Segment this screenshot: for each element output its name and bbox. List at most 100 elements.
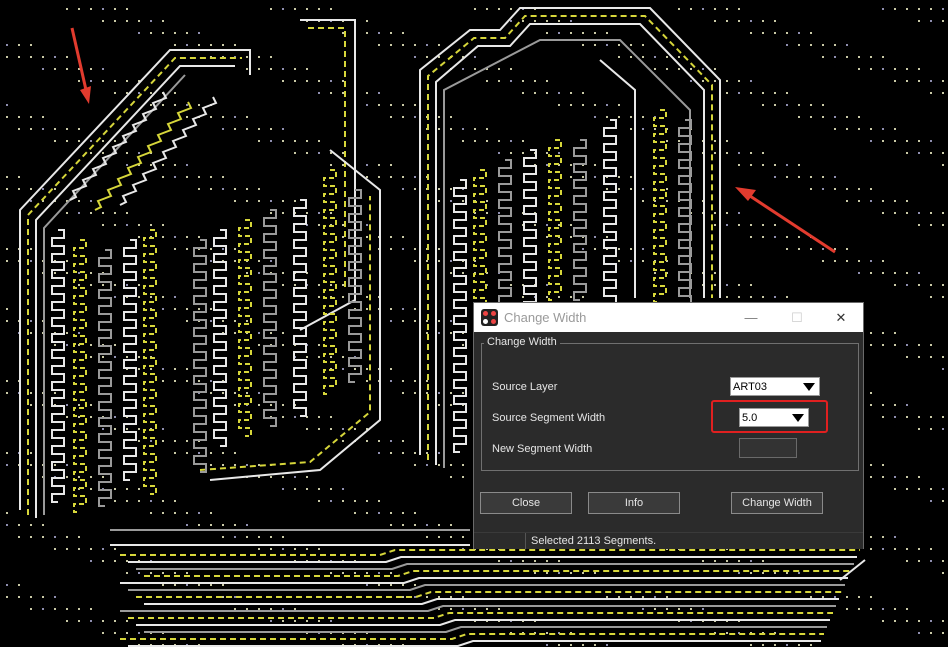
via-dot xyxy=(258,608,260,610)
via-dot xyxy=(318,152,320,154)
via-dot xyxy=(918,548,920,550)
via-dot xyxy=(498,68,500,70)
via-dot xyxy=(510,20,512,22)
via-dot xyxy=(438,524,440,526)
new-width-input[interactable] xyxy=(739,438,797,458)
via-dot xyxy=(78,404,80,406)
via-dot xyxy=(90,548,92,550)
via-dot xyxy=(162,368,164,370)
via-dot xyxy=(270,200,272,202)
via-dot xyxy=(258,200,260,202)
via-dot xyxy=(186,368,188,370)
via-dot xyxy=(894,128,896,130)
via-dot xyxy=(42,536,44,538)
via-dot xyxy=(366,164,368,166)
meander-trace xyxy=(123,239,137,481)
via-dot xyxy=(498,152,500,154)
via-dot xyxy=(174,44,176,46)
via-dot xyxy=(306,548,308,550)
via-dot xyxy=(270,8,272,10)
via-dot xyxy=(282,140,284,142)
via-dot xyxy=(510,68,512,70)
via-dot xyxy=(54,128,56,130)
via-dot xyxy=(906,344,908,346)
via-dot xyxy=(522,140,524,142)
via-dot xyxy=(378,104,380,106)
via-dot xyxy=(342,368,344,370)
via-dot xyxy=(66,620,68,622)
via-dot xyxy=(546,572,548,574)
via-dot xyxy=(810,596,812,598)
via-dot xyxy=(126,632,128,634)
via-dot xyxy=(774,104,776,106)
via-dot xyxy=(306,68,308,70)
via-dot xyxy=(366,308,368,310)
meander-trace xyxy=(69,91,168,201)
via-dot xyxy=(66,536,68,538)
via-dot xyxy=(54,56,56,58)
via-dot xyxy=(882,212,884,214)
via-dot xyxy=(882,536,884,538)
via-dot xyxy=(30,524,32,526)
via-dot xyxy=(630,116,632,118)
via-dot xyxy=(882,272,884,274)
meander-trace xyxy=(453,179,467,453)
group-label: Change Width xyxy=(484,336,560,348)
via-dot xyxy=(870,56,872,58)
via-dot xyxy=(882,68,884,70)
via-dot xyxy=(918,152,920,154)
change-width-button[interactable]: Change Width xyxy=(731,492,823,514)
via-dot xyxy=(282,80,284,82)
via-dot xyxy=(18,188,20,190)
via-dot xyxy=(198,524,200,526)
via-dot xyxy=(210,248,212,250)
via-dot xyxy=(6,320,8,322)
via-dot xyxy=(738,80,740,82)
via-dot xyxy=(174,236,176,238)
via-dot xyxy=(414,104,416,106)
via-dot xyxy=(282,404,284,406)
via-dot xyxy=(762,572,764,574)
via-dot xyxy=(402,392,404,394)
via-dot xyxy=(906,488,908,490)
via-dot xyxy=(222,536,224,538)
via-dot xyxy=(798,116,800,118)
via-dot xyxy=(414,260,416,262)
via-dot xyxy=(66,464,68,466)
via-dot xyxy=(918,632,920,634)
via-dot xyxy=(186,104,188,106)
via-dot xyxy=(606,596,608,598)
via-dot xyxy=(498,212,500,214)
via-dot xyxy=(186,572,188,574)
maximize-button[interactable]: ☐ xyxy=(774,303,820,332)
via-dot xyxy=(258,548,260,550)
via-dot xyxy=(582,44,584,46)
via-dot xyxy=(750,20,752,22)
via-dot xyxy=(378,92,380,94)
close-window-button[interactable]: ✕ xyxy=(818,303,864,332)
via-dot xyxy=(186,308,188,310)
via-dot xyxy=(486,80,488,82)
via-dot xyxy=(198,512,200,514)
via-dot xyxy=(450,476,452,478)
via-dot xyxy=(486,200,488,202)
source-layer-select[interactable]: ART03 xyxy=(730,377,820,396)
via-dot xyxy=(114,344,116,346)
info-button[interactable]: Info xyxy=(588,492,680,514)
via-dot xyxy=(894,332,896,334)
via-dot xyxy=(114,224,116,226)
via-dot xyxy=(318,548,320,550)
via-dot xyxy=(390,320,392,322)
via-dot xyxy=(870,596,872,598)
minimize-button[interactable]: — xyxy=(728,303,774,332)
via-dot xyxy=(66,476,68,478)
via-dot xyxy=(294,476,296,478)
via-dot xyxy=(6,392,8,394)
via-dot xyxy=(774,236,776,238)
close-icon: ✕ xyxy=(835,309,847,325)
via-dot xyxy=(318,620,320,622)
via-dot xyxy=(186,164,188,166)
via-dot xyxy=(246,188,248,190)
close-button[interactable]: Close xyxy=(480,492,572,514)
via-dot xyxy=(606,104,608,106)
